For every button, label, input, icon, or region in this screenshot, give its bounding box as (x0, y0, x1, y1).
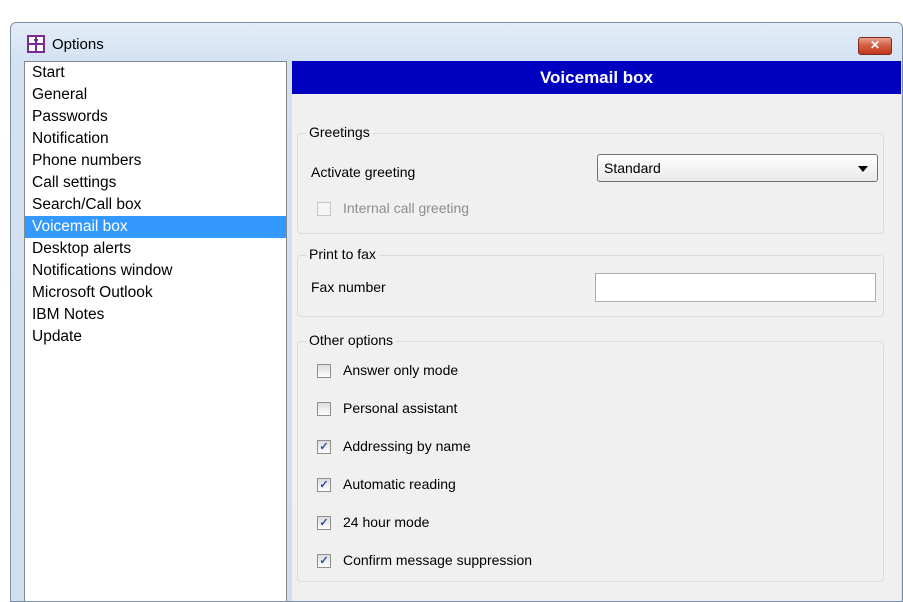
greetings-legend: Greetings (306, 124, 373, 140)
options-category-list[interactable]: Start General Passwords Notification Phone n… (24, 61, 287, 601)
checkmark-icon: ✓ (319, 441, 329, 453)
options-window: Options ✕ Start General Passwords Notificat… (10, 22, 903, 602)
checkmark-icon: ✓ (319, 517, 329, 529)
activate-greeting-select[interactable]: Standard (597, 154, 878, 182)
print-to-fax-group: Print to fax Fax number (297, 246, 884, 317)
checkmark-icon: ✓ (319, 555, 329, 567)
activate-greeting-label: Activate greeting (311, 164, 416, 180)
settings-panel: Voicemail box Greetings Activate greetin… (292, 61, 901, 601)
nav-item[interactable]: Phone numbers (25, 150, 286, 172)
greetings-group: Greetings Activate greeting Standard Int… (297, 124, 884, 234)
activate-greeting-value: Standard (604, 160, 661, 176)
internal-call-greeting-label: Internal call greeting (343, 200, 470, 216)
close-button[interactable]: ✕ (858, 37, 892, 55)
print-to-fax-legend: Print to fax (306, 246, 379, 262)
nav-item[interactable]: Search/Call box (25, 194, 286, 216)
checkbox-unchecked[interactable] (317, 364, 331, 378)
checkbox-checked[interactable]: ✓ (317, 440, 331, 454)
other-options-legend: Other options (306, 332, 397, 348)
checkbox-box[interactable] (317, 202, 331, 216)
nav-item[interactable]: Notification (25, 128, 286, 150)
option-label: Automatic reading (343, 476, 456, 492)
title-bar[interactable]: Options ✕ (11, 23, 902, 61)
nav-item[interactable]: IBM Notes (25, 304, 286, 326)
nav-item[interactable]: General (25, 84, 286, 106)
nav-item[interactable]: Desktop alerts (25, 238, 286, 260)
puzzle-icon (27, 35, 45, 53)
checkbox-checked[interactable]: ✓ (317, 478, 331, 492)
option-label: Confirm message suppression (343, 552, 533, 568)
nav-item[interactable]: Call settings (25, 172, 286, 194)
checkbox-checked[interactable]: ✓ (317, 554, 331, 568)
checkbox-unchecked[interactable] (317, 402, 331, 416)
nav-item[interactable]: Voicemail box (25, 216, 286, 238)
nav-item[interactable]: Passwords (25, 106, 286, 128)
fax-number-input[interactable] (595, 273, 876, 302)
panel-title: Voicemail box (292, 61, 901, 94)
window-title: Options (52, 36, 104, 53)
nav-item[interactable]: Notifications window (25, 260, 286, 282)
close-icon: ✕ (869, 38, 881, 52)
fax-number-label: Fax number (311, 279, 386, 295)
nav-item[interactable]: Microsoft Outlook (25, 282, 286, 304)
other-options-group: Other options Answer only mode Personal a… (297, 332, 884, 582)
checkbox-checked[interactable]: ✓ (317, 516, 331, 530)
option-label: Personal assistant (343, 400, 458, 416)
checkmark-icon: ✓ (319, 479, 329, 491)
nav-item[interactable]: Start (25, 62, 286, 84)
option-label: 24 hour mode (343, 514, 430, 530)
option-label: Answer only mode (343, 362, 459, 378)
nav-item[interactable]: Update (25, 326, 286, 348)
chevron-down-icon (858, 166, 868, 172)
option-label: Addressing by name (343, 438, 471, 454)
